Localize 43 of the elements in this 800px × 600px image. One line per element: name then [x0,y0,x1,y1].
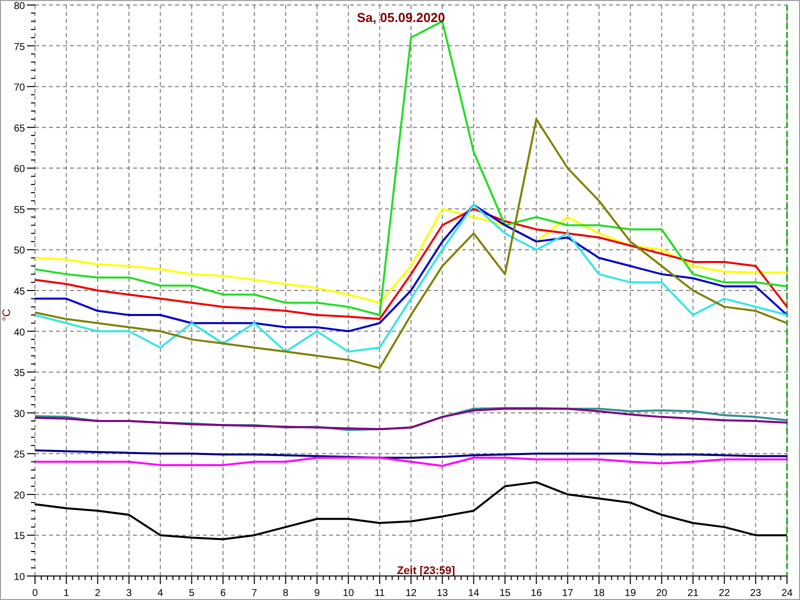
tick-label: 25 [14,450,25,461]
tick-label: 6 [220,588,226,599]
tick-label: 2 [94,588,100,599]
tick-label: 65 [14,123,25,134]
tick-label: 15 [499,588,511,599]
tick-label: 3 [126,588,132,599]
chart-title: Sa, 05.09.2020 [356,10,446,25]
tick-label: 11 [374,588,385,599]
tick-label: 9 [314,588,320,599]
tick-label: 15 [14,531,25,542]
tick-label: 13 [436,588,448,599]
tick-label: 40 [14,327,25,338]
tick-label: 22 [718,588,730,599]
tick-label: 14 [468,588,480,599]
tick-label: 70 [14,82,25,94]
tick-label: 19 [624,588,636,599]
tick-label: 24 [781,588,793,599]
tick-label: 18 [593,588,605,599]
tick-label: 4 [158,588,164,599]
tick-label: 1 [64,588,70,599]
tick-label: 50 [14,246,25,257]
tick-label: 8 [282,588,288,599]
tick-label: 20 [656,588,668,599]
tick-label: 5 [188,588,194,599]
tick-label: 12 [405,588,417,599]
tick-label: 60 [14,164,25,176]
y-axis-label: °C [1,308,13,322]
tick-label: 45 [14,286,25,298]
tick-label: 16 [530,588,542,599]
tick-label: 17 [562,588,574,599]
tick-label: 10 [14,572,25,583]
tick-label: 80 [14,1,25,12]
tick-label: 75 [14,42,25,53]
tick-label: 30 [14,408,25,420]
tick-label: 20 [14,490,25,502]
tick-label: 35 [14,368,25,380]
tick-label: 55 [14,204,25,216]
tick-label: 21 [687,588,699,599]
tick-label: 10 [342,588,354,599]
tick-label: 23 [750,588,762,599]
tick-label: 7 [252,588,258,599]
x-axis-label: Zeit [23:59] [396,565,456,577]
tick-label: 0 [32,588,38,599]
